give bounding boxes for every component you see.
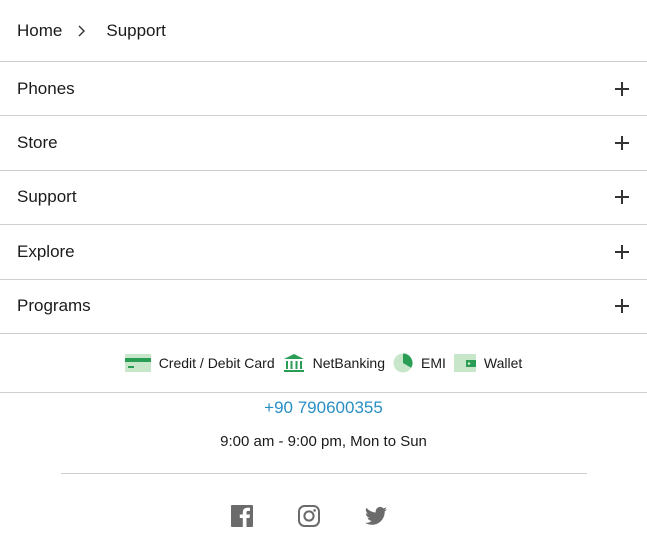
plus-icon[interactable] — [615, 299, 629, 314]
accordion-store[interactable]: Store — [0, 116, 647, 171]
breadcrumb-current: Support — [106, 20, 166, 40]
contact-section: +90 790600355 9:00 am - 9:00 pm, Mon to … — [0, 398, 647, 450]
phone-link[interactable]: +90 790600355 — [0, 398, 647, 418]
payment-wallet: Wallet — [453, 353, 523, 372]
bank-icon — [283, 353, 304, 372]
plus-icon[interactable] — [615, 136, 629, 151]
wallet-icon — [453, 353, 476, 372]
breadcrumb-home-link[interactable]: Home — [17, 21, 62, 41]
twitter-icon[interactable] — [364, 504, 388, 528]
emi-icon — [393, 353, 413, 373]
chevron-right-icon — [78, 25, 86, 37]
accordion-label: Phones — [17, 78, 75, 98]
payment-label: EMI — [421, 354, 446, 371]
support-hours: 9:00 am - 9:00 pm, Mon to Sun — [220, 432, 427, 450]
social-links — [0, 504, 647, 528]
instagram-icon[interactable] — [297, 504, 321, 528]
accordion-programs[interactable]: Programs — [0, 280, 647, 334]
payment-netbanking: NetBanking — [283, 353, 385, 373]
payment-emi: EMI — [393, 353, 446, 373]
plus-icon[interactable] — [615, 81, 629, 96]
accordion-support[interactable]: Support — [0, 171, 647, 226]
plus-icon[interactable] — [615, 190, 629, 205]
footer-accordion: Phones Store Support Explore Programs — [0, 62, 647, 334]
plus-icon[interactable] — [615, 244, 629, 259]
accordion-phones[interactable]: Phones — [0, 62, 647, 117]
accordion-label: Support — [17, 187, 77, 207]
facebook-icon[interactable] — [230, 504, 254, 528]
accordion-label: Explore — [17, 241, 75, 261]
accordion-label: Programs — [17, 296, 91, 316]
payment-label: Wallet — [483, 354, 523, 371]
accordion-label: Store — [17, 133, 58, 153]
accordion-explore[interactable]: Explore — [0, 225, 647, 280]
payment-card: Credit / Debit Card — [124, 353, 275, 372]
payment-label: Credit / Debit Card — [158, 354, 275, 371]
payment-methods: Credit / Debit Card NetBanking EMI Walle… — [0, 334, 647, 393]
breadcrumb: Home Support — [0, 0, 647, 62]
payment-label: NetBanking — [312, 354, 386, 371]
card-icon — [124, 353, 151, 372]
divider — [61, 472, 587, 474]
